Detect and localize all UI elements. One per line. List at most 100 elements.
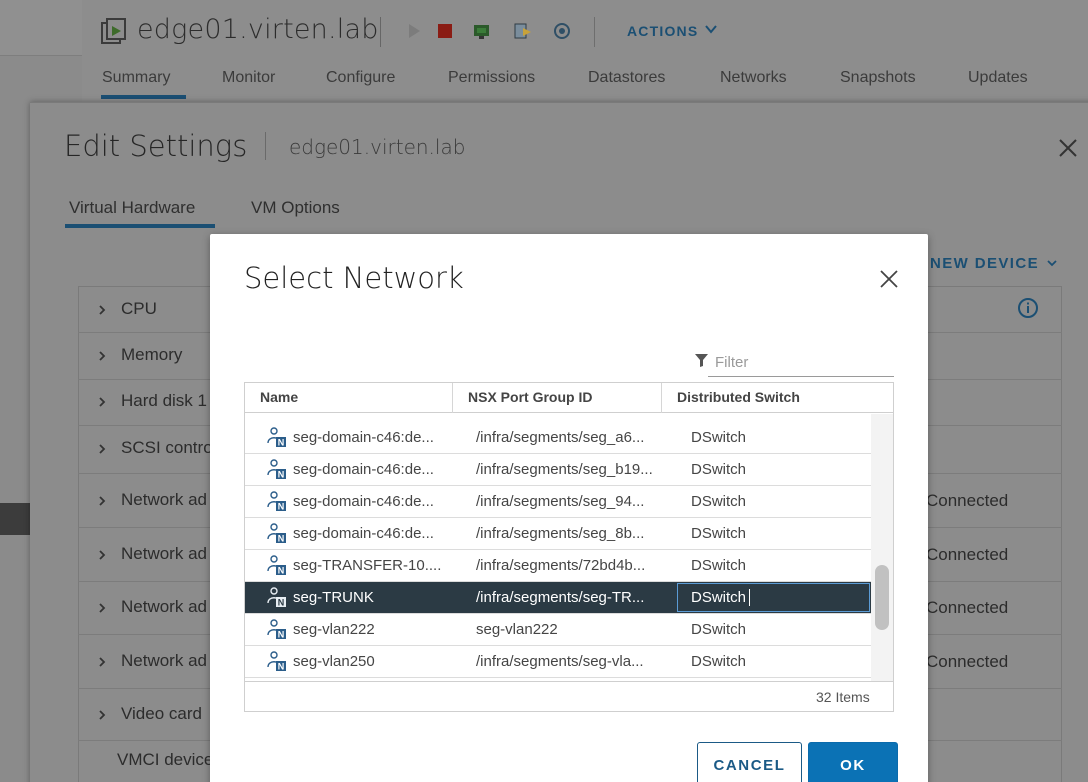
nsx-network-icon: N [267, 523, 286, 544]
network-name: seg-domain-c46:de... [293, 525, 434, 542]
distributed-switch: DSwitch [691, 461, 747, 478]
hw-label: Memory [121, 345, 183, 364]
nsx-network-icon: N [267, 491, 286, 512]
datagrid-scrollbar[interactable] [871, 414, 893, 681]
svg-text:N: N [278, 566, 285, 576]
svg-text:N: N [278, 662, 285, 672]
column-header-switch[interactable]: Distributed Switch [677, 389, 800, 405]
svg-text:N: N [278, 598, 285, 608]
navigator-selected-item [0, 503, 30, 535]
active-tab-indicator [101, 95, 186, 99]
filter-icon [695, 354, 708, 367]
chevron-right-icon[interactable] [96, 549, 108, 561]
distributed-switch: DSwitch [691, 557, 747, 574]
nsx-port-group-id: /infra/segments/seg_94... [476, 493, 645, 510]
distributed-switch: DSwitch [691, 525, 747, 542]
ok-button[interactable]: OK [808, 742, 898, 782]
network-name: seg-TRUNK [293, 589, 374, 606]
snapshot-icon[interactable] [553, 22, 571, 40]
migrate-icon[interactable] [514, 22, 532, 40]
edit-settings-title: Edit Settings [64, 129, 248, 163]
network-name: seg-domain-c46:de... [293, 493, 434, 510]
filter-input[interactable] [715, 352, 891, 372]
column-header-nsx-id[interactable]: NSX Port Group ID [468, 389, 592, 405]
tab-configure[interactable]: Configure [326, 69, 395, 87]
nsx-network-icon: N [267, 459, 286, 480]
nsx-port-group-id: /infra/segments/seg_b19... [476, 461, 653, 478]
chevron-right-icon[interactable] [96, 709, 108, 721]
select-network-title: Select Network [244, 261, 464, 295]
svg-text:N: N [278, 502, 285, 512]
network-name: seg-TRANSFER-10.... [293, 557, 442, 574]
chevron-right-icon[interactable] [96, 396, 108, 408]
column-header-name[interactable]: Name [260, 389, 298, 405]
column-divider[interactable] [661, 383, 662, 413]
svg-text:N: N [278, 470, 285, 480]
nsx-port-group-id: /infra/segments/seg_a6... [476, 429, 645, 446]
hw-label: Hard disk 1 [121, 391, 207, 410]
network-name: seg-vlan250 [293, 653, 375, 670]
header-divider [594, 17, 595, 47]
tab-networks[interactable]: Networks [720, 69, 787, 87]
chevron-right-icon[interactable] [96, 443, 108, 455]
power-off-icon[interactable] [436, 22, 454, 40]
tab-virtual-hardware[interactable]: Virtual Hardware [69, 198, 195, 218]
nsx-network-icon: N [267, 651, 286, 672]
tab-summary[interactable]: Summary [102, 69, 170, 87]
tab-datastores[interactable]: Datastores [588, 69, 665, 87]
close-icon[interactable] [878, 268, 900, 290]
nsx-port-group-id: /infra/segments/72bd4b... [476, 557, 646, 574]
console-icon[interactable] [473, 22, 491, 40]
distributed-switch: DSwitch [691, 493, 747, 510]
text-cursor [749, 589, 750, 606]
vm-title: edge01.virten.lab [137, 14, 379, 45]
tab-updates[interactable]: Updates [968, 69, 1028, 87]
actions-menu[interactable]: ACTIONS [627, 23, 698, 39]
column-divider[interactable] [452, 383, 453, 413]
nsx-port-group-id: /infra/segments/seg-vla... [476, 653, 644, 670]
header-divider [380, 17, 381, 47]
connection-status: Connected [926, 491, 1009, 510]
scrollbar-thumb[interactable] [875, 565, 889, 630]
active-tab-indicator [65, 224, 215, 228]
nsx-network-icon: N [267, 619, 286, 640]
power-on-icon[interactable] [405, 22, 423, 40]
chevron-down-icon[interactable] [1046, 257, 1058, 269]
datagrid-footer [245, 681, 893, 711]
tab-permissions[interactable]: Permissions [448, 69, 535, 87]
svg-text:N: N [278, 534, 285, 544]
hw-label: Network ad [121, 651, 207, 670]
nsx-port-group-id: /infra/segments/seg-TR... [476, 589, 645, 606]
add-new-device-button[interactable]: NEW DEVICE [930, 255, 1039, 272]
network-name: seg-domain-c46:de... [293, 429, 434, 446]
tab-snapshots[interactable]: Snapshots [840, 69, 916, 87]
distributed-switch: DSwitch [691, 589, 747, 606]
nsx-port-group-id: seg-vlan222 [476, 621, 558, 638]
vm-icon [101, 18, 126, 44]
connection-status: Connected [926, 652, 1009, 671]
network-name: seg-domain-c46:de... [293, 461, 434, 478]
nsx-port-group-id: /infra/segments/seg_8b... [476, 525, 645, 542]
nsx-network-icon: N [267, 555, 286, 576]
distributed-switch: DSwitch [691, 621, 747, 638]
tab-vm-options[interactable]: VM Options [251, 198, 340, 218]
hw-label: Network ad [121, 597, 207, 616]
hw-label: Network ad [121, 544, 207, 563]
chevron-right-icon[interactable] [96, 304, 108, 316]
nsx-network-icon: N [267, 587, 286, 608]
connection-status: Connected [926, 598, 1009, 617]
svg-text:N: N [278, 438, 285, 448]
cancel-button[interactable]: CANCEL [697, 742, 802, 782]
hw-label: CPU [121, 299, 157, 318]
nsx-network-icon: N [267, 427, 286, 448]
item-count: 32 Items [816, 689, 870, 705]
tab-monitor[interactable]: Monitor [222, 69, 275, 87]
close-icon[interactable] [1057, 137, 1079, 159]
chevron-right-icon[interactable] [96, 350, 108, 362]
title-divider [265, 132, 266, 160]
chevron-down-icon[interactable] [704, 22, 718, 36]
svg-text:N: N [278, 630, 285, 640]
chevron-right-icon[interactable] [96, 495, 108, 507]
chevron-right-icon[interactable] [96, 602, 108, 614]
chevron-right-icon[interactable] [96, 656, 108, 668]
